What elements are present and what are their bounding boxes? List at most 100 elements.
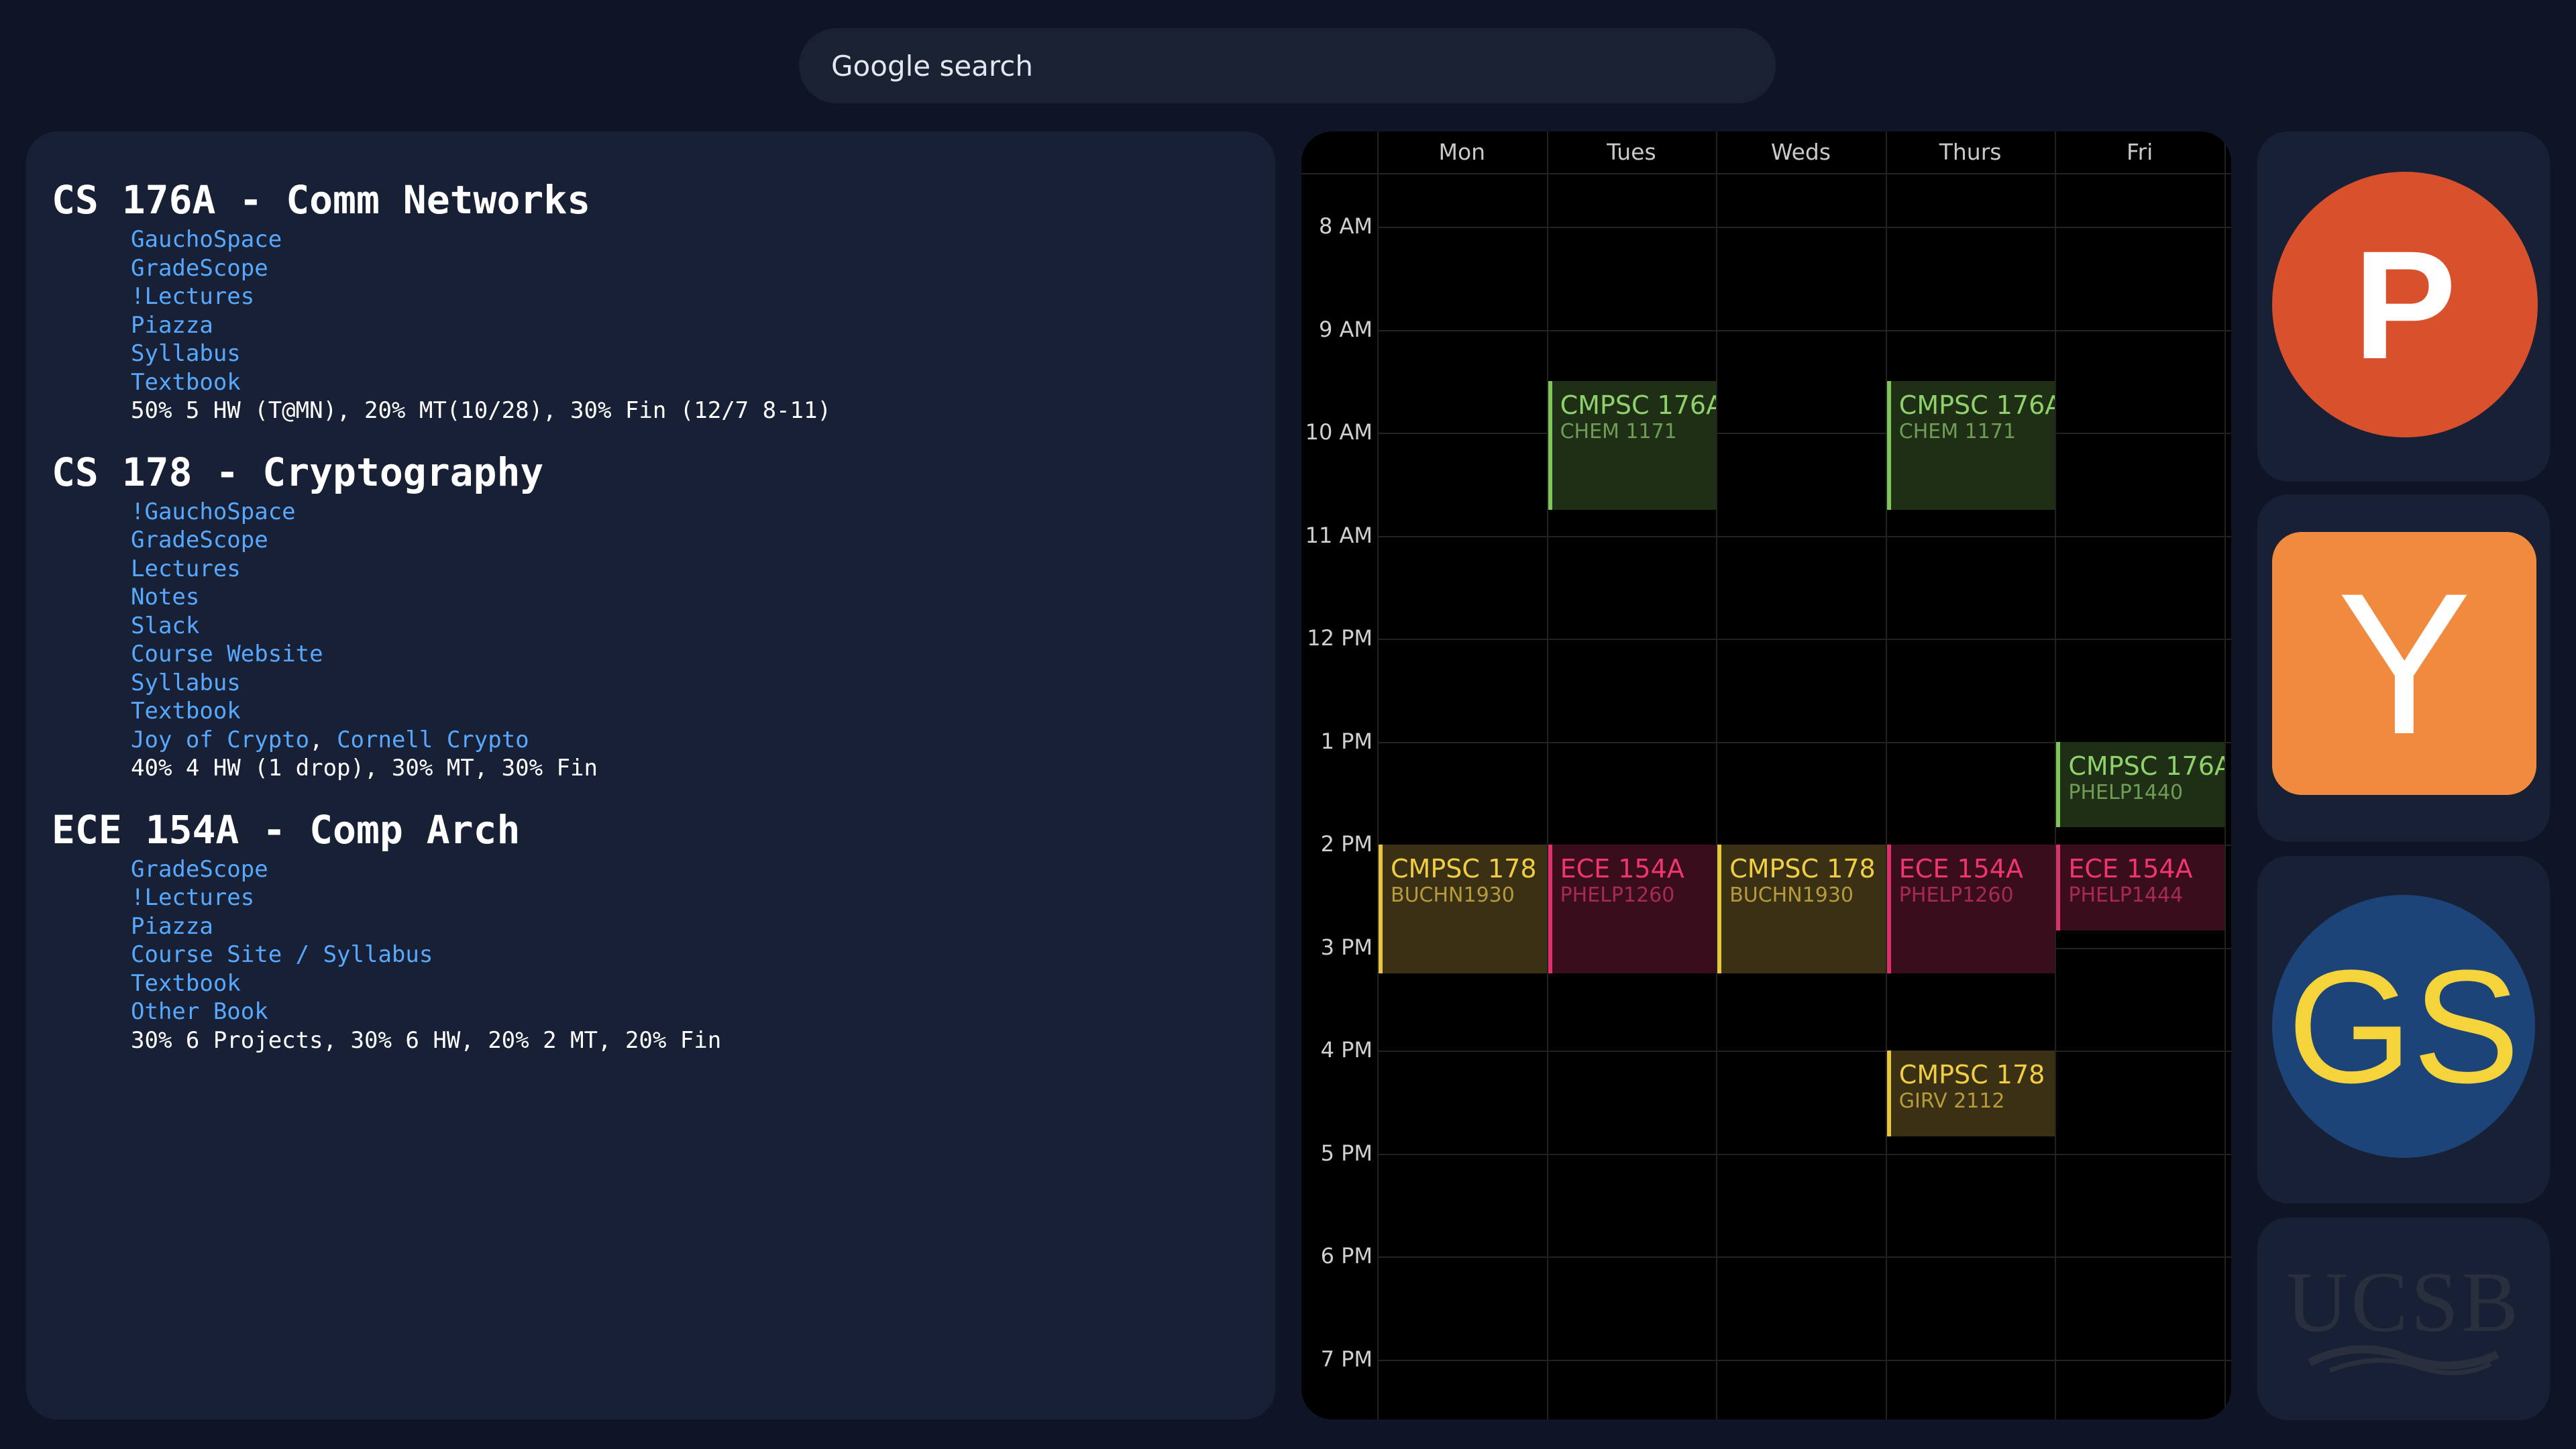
courses-panel: CS 176A - Comm Networks GauchoSpace GradeS…	[26, 131, 1275, 1419]
course-title: CS 178 - Cryptography	[52, 449, 544, 495]
course-link[interactable]: Course Site / Syllabus	[131, 941, 1275, 969]
piazza-icon[interactable]: P	[2272, 172, 2538, 437]
course-link[interactable]: Other Book	[131, 998, 1275, 1026]
hour-label: 4 PM	[1320, 1037, 1373, 1063]
calendar-event[interactable]: ECE 154A PHELP1444	[2056, 845, 2224, 930]
hour-label: 7 PM	[1320, 1346, 1373, 1372]
course-link[interactable]: !GauchoSpace	[131, 498, 1275, 527]
course-link[interactable]: Cornell Crypto	[337, 727, 529, 753]
ucsb-tile[interactable]: UCSB	[2257, 1218, 2550, 1420]
hour-label: 6 PM	[1320, 1243, 1373, 1269]
course-link[interactable]: Syllabus	[131, 669, 1275, 698]
day-header: Mon	[1438, 139, 1486, 165]
event-room: CHEM 1171	[1898, 420, 2017, 444]
course-link[interactable]: Notes	[131, 583, 1275, 612]
course-link[interactable]: GradeScope	[131, 855, 1275, 884]
course-link[interactable]: Slack	[131, 612, 1275, 641]
calendar-event[interactable]: CMPSC 176A CHEM 1171	[1548, 381, 1717, 511]
hour-label: 8 AM	[1318, 213, 1373, 239]
event-title: CMPSC 176A	[1898, 390, 2055, 421]
event-title: ECE 154A	[1560, 854, 1684, 883]
hour-line	[1377, 1153, 2231, 1155]
hour-line	[1377, 1359, 2231, 1361]
calendar-event[interactable]: CMPSC 178 BUCHN1930	[1717, 845, 1886, 973]
event-title: CMPSC 178	[1898, 1060, 2045, 1089]
day-divider	[1377, 131, 1379, 1419]
day-divider	[2224, 131, 2226, 1419]
event-title: ECE 154A	[2068, 854, 2193, 883]
course-section: CS 176A - Comm Networks GauchoSpace GradeS…	[52, 178, 1275, 425]
piazza-tile[interactable]: P	[2257, 131, 2550, 482]
event-room: PHELP1444	[2068, 883, 2184, 907]
course-title: CS 176A - Comm Networks	[52, 177, 591, 223]
course-link[interactable]: Textbook	[131, 969, 1275, 998]
hour-line	[1377, 1051, 2231, 1052]
event-room: PHELP1260	[1560, 883, 1675, 907]
course-section: CS 178 - Cryptography !GauchoSpace GradeSc…	[52, 451, 1275, 783]
piazza-letter: P	[2353, 218, 2457, 391]
course-links: GauchoSpace GradeScope !Lectures Piazza Syll…	[52, 225, 1275, 425]
day-divider	[1716, 131, 1718, 1419]
course-links: GradeScope !Lectures Piazza Course Site / S…	[52, 855, 1275, 1055]
calendar-event[interactable]: CMPSC 178 BUCHN1930	[1379, 845, 1547, 973]
day-header: Fri	[2127, 139, 2153, 165]
event-title: CMPSC 178	[1391, 854, 1537, 883]
course-link[interactable]: Joy of Crypto	[131, 727, 309, 753]
hour-line	[1377, 329, 2231, 331]
course-link[interactable]: Piazza	[131, 311, 1275, 340]
hour-label: 1 PM	[1320, 728, 1373, 754]
course-link[interactable]: Textbook	[131, 368, 1275, 397]
grading-breakdown: 40% 4 HW (1 drop), 30% MT, 30% Fin	[131, 755, 598, 782]
hour-line	[1377, 639, 2231, 640]
extra-links-row: Joy of Crypto, Cornell Crypto	[131, 726, 1275, 755]
hacker-news-tile[interactable]: Y	[2257, 494, 2550, 842]
gauchospace-tile[interactable]: GS	[2257, 856, 2550, 1203]
header-divider	[1301, 173, 2231, 174]
event-room: BUCHN1930	[1729, 883, 1854, 907]
course-link[interactable]: GauchoSpace	[131, 225, 1275, 254]
course-link[interactable]: Syllabus	[131, 339, 1275, 368]
calendar-event[interactable]: CMPSC 176A CHEM 1171	[1886, 381, 2055, 511]
event-room: CHEM 1171	[1560, 420, 1677, 444]
event-room: GIRV 2112	[1898, 1089, 2005, 1113]
course-link[interactable]: !Lectures	[131, 282, 1275, 311]
course-link[interactable]: !Lectures	[131, 883, 1275, 912]
grading-breakdown: 50% 5 HW (T@MN), 20% MT(10/28), 30% Fin …	[131, 397, 831, 424]
ucsb-logo-icon[interactable]: UCSB	[2257, 1218, 2550, 1420]
hour-label: 2 PM	[1320, 831, 1373, 857]
course-link[interactable]: Lectures	[131, 555, 1275, 584]
hour-label: 9 AM	[1318, 316, 1373, 342]
calendar-event[interactable]: ECE 154A PHELP1260	[1886, 845, 2055, 973]
hour-label: 10 AM	[1305, 419, 1373, 445]
google-search-bar[interactable]: Google search	[799, 28, 1776, 103]
gauchospace-icon[interactable]: GS	[2272, 895, 2535, 1158]
calendar-event[interactable]: CMPSC 176A PHELP1440	[2056, 741, 2224, 828]
calendar-event[interactable]: ECE 154A PHELP1260	[1548, 845, 1717, 973]
course-section: ECE 154A - Comp Arch GradeScope !Lectures P…	[52, 808, 1275, 1055]
hacker-news-icon[interactable]: Y	[2272, 532, 2536, 795]
hour-label: 3 PM	[1320, 934, 1373, 960]
hour-label: 11 AM	[1305, 522, 1373, 548]
event-room: PHELP1260	[1898, 883, 2014, 907]
event-title: CMPSC 176A	[2068, 751, 2224, 781]
course-link[interactable]: Textbook	[131, 697, 1275, 726]
day-divider	[1546, 131, 1548, 1419]
ucsb-wave-icon	[2308, 1345, 2500, 1376]
course-title: ECE 154A - Comp Arch	[52, 806, 521, 853]
course-link[interactable]: Piazza	[131, 912, 1275, 941]
hacker-news-letter: Y	[2337, 551, 2472, 776]
course-link[interactable]: GradeScope	[131, 254, 1275, 283]
weekly-calendar: Mon Tues Weds Thurs Fri 8 AM 9 AM 10 AM 11 AM 12 …	[1301, 131, 2231, 1419]
link-separator: ,	[309, 726, 337, 753]
hour-line	[1377, 535, 2231, 537]
gauchospace-letters: GS	[2287, 936, 2520, 1116]
course-link[interactable]: Course Website	[131, 640, 1275, 669]
hour-label: 5 PM	[1320, 1140, 1373, 1166]
event-title: CMPSC 176A	[1560, 390, 1717, 421]
ucsb-logo-text: UCSB	[2286, 1254, 2522, 1350]
event-room: PHELP1440	[2068, 780, 2184, 804]
course-link[interactable]: GradeScope	[131, 526, 1275, 555]
hour-line	[1377, 227, 2231, 228]
calendar-event[interactable]: CMPSC 178 GIRV 2112	[1886, 1051, 2055, 1136]
hour-label: 12 PM	[1307, 625, 1373, 651]
